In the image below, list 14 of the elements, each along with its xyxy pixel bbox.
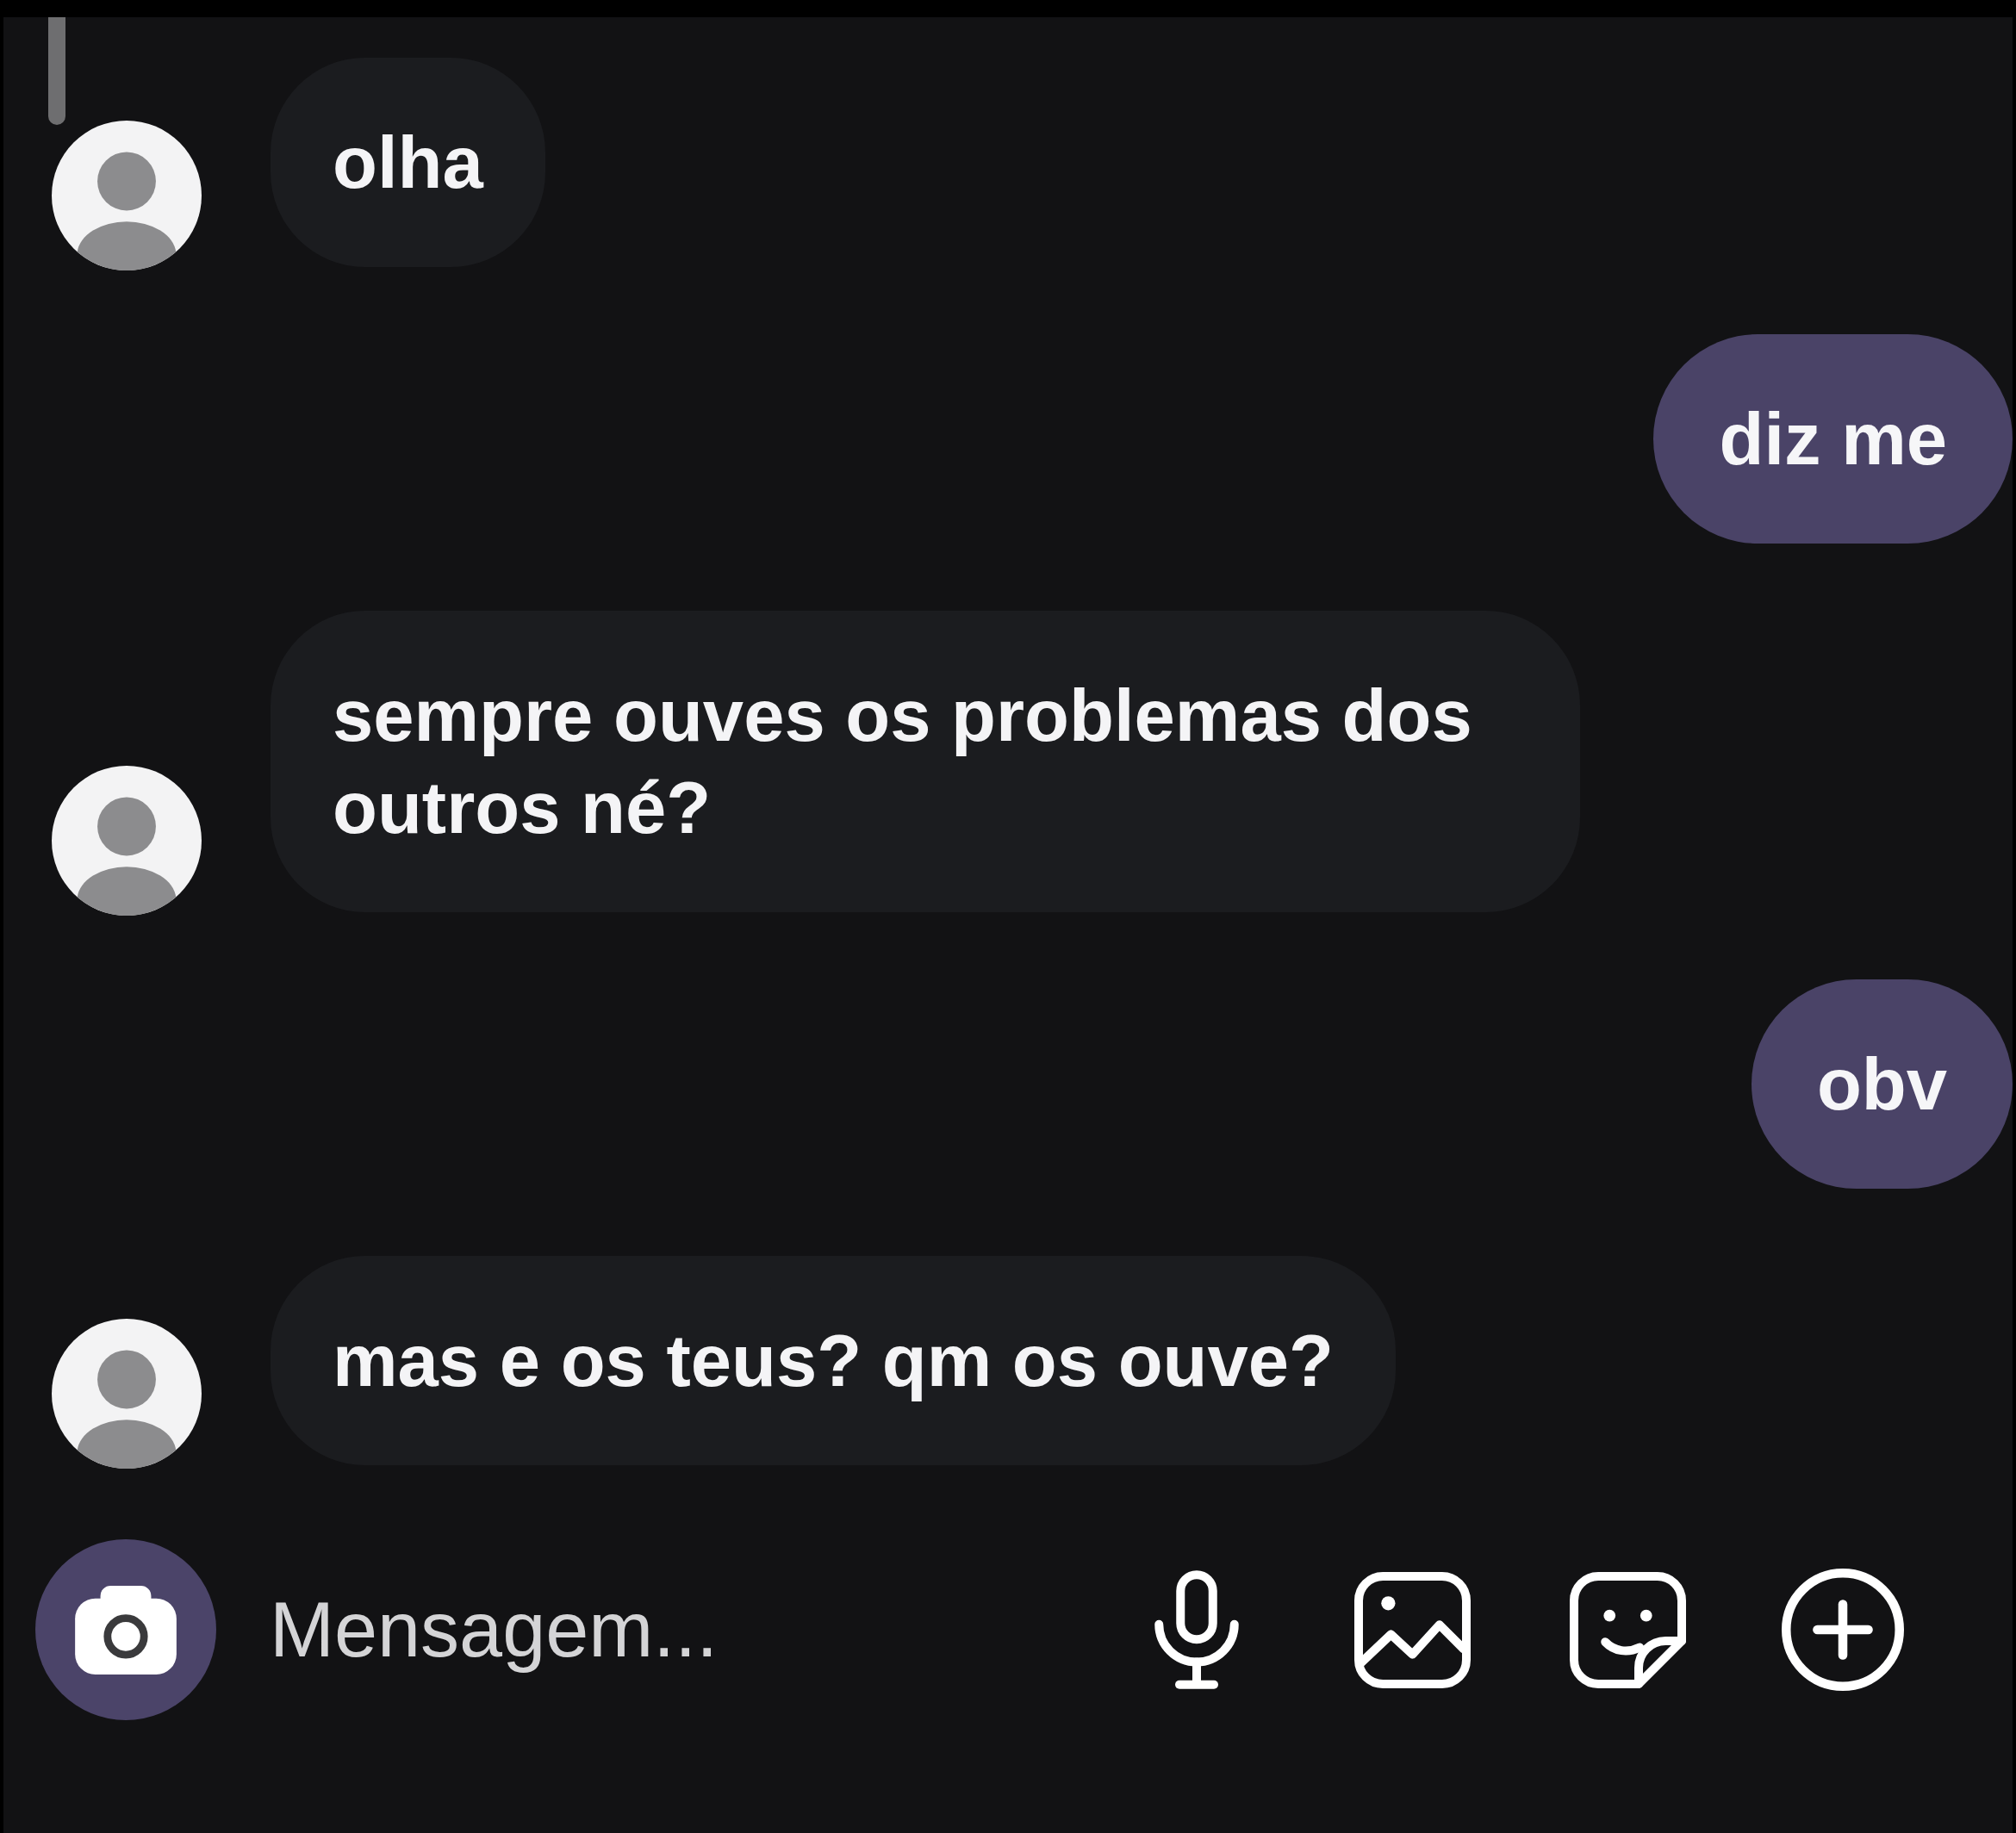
plus-circle-icon: [1782, 1569, 1904, 1691]
avatar-icon: [52, 121, 202, 270]
avatar-icon: [52, 1319, 202, 1469]
message-bubble: mas e os teus? qm os ouve?: [271, 1256, 1396, 1465]
message-bubble: obv: [1751, 979, 2013, 1189]
message-bubble: sempre ouves os problemas dos outros né?: [271, 611, 1580, 912]
sticker-icon: [1569, 1571, 1686, 1688]
message-bubble: olha: [271, 58, 545, 267]
microphone-icon: [1154, 1570, 1240, 1689]
message-input[interactable]: Mensagem...: [270, 1578, 1098, 1681]
message-bubble: diz me: [1653, 334, 2013, 544]
avatar-icon: [52, 766, 202, 916]
image-icon: [1353, 1571, 1471, 1688]
camera-icon: [75, 1585, 177, 1675]
